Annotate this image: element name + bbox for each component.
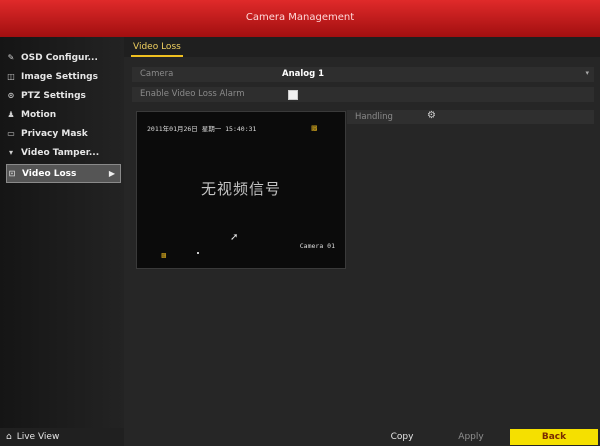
dropdown-arrow-icon[interactable]: ▾ <box>585 69 589 77</box>
sidebar-item-label: PTZ Settings <box>21 90 86 101</box>
live-view-label: Live View <box>16 432 60 442</box>
sidebar-item-video-loss[interactable]: ⊡ Video Loss ▶ <box>6 164 121 183</box>
sidebar-item-ptz-settings[interactable]: ⊙ PTZ Settings <box>6 87 119 104</box>
mask-icon: ▭ <box>7 129 15 138</box>
motion-icon: ♟ <box>7 110 15 119</box>
handling-label: Handling <box>355 112 393 122</box>
sidebar-item-label: Image Settings <box>21 71 98 82</box>
copy-button[interactable]: Copy <box>372 429 432 445</box>
tab-bar: Video Loss <box>124 37 600 57</box>
sidebar-item-label: OSD Configur... <box>21 52 98 63</box>
video-loss-icon: ⊡ <box>8 169 16 178</box>
osd-camera-name: Camera 01 <box>299 242 335 250</box>
mouse-cursor-icon: ➚ <box>230 232 239 243</box>
action-bar: Copy Apply Back <box>124 426 600 446</box>
main-content: Video Loss Camera Analog 1 ▾ Enable Vide… <box>124 37 600 446</box>
back-button[interactable]: Back <box>510 429 598 445</box>
image-icon: ◫ <box>7 72 15 81</box>
sidebar-item-osd-config[interactable]: ✎ OSD Configur... <box>6 49 119 66</box>
camera-select[interactable]: Analog 1 <box>282 69 324 79</box>
sidebar-item-image-settings[interactable]: ◫ Image Settings <box>6 68 119 85</box>
apply-button[interactable]: Apply <box>441 429 501 445</box>
live-view-button[interactable]: ⌂ Live View <box>0 428 124 446</box>
preview-marker-icon: ▩ <box>311 124 318 132</box>
gear-icon[interactable]: ⚙ <box>427 110 436 121</box>
sidebar-item-privacy-mask[interactable]: ▭ Privacy Mask <box>6 125 119 142</box>
sidebar: ✎ OSD Configur... ◫ Image Settings ⊙ PTZ… <box>0 37 124 446</box>
video-preview: 2011年01月26日 星期一 15:40:31 ▩ 无视频信号 ➚ ▩ Cam… <box>136 111 346 269</box>
osd-date-time: 2011年01月26日 星期一 15:40:31 <box>147 125 257 133</box>
sidebar-item-label: Privacy Mask <box>21 128 88 139</box>
camera-row: Camera Analog 1 ▾ <box>131 66 595 83</box>
tab-video-loss[interactable]: Video Loss <box>131 41 183 57</box>
pencil-icon: ✎ <box>7 53 15 62</box>
enable-alarm-label: Enable Video Loss Alarm <box>140 89 245 99</box>
sidebar-item-video-tamper[interactable]: ▾ Video Tamper... <box>6 144 119 161</box>
window-title: Camera Management <box>0 0 600 37</box>
sidebar-item-label: Video Tamper... <box>21 147 100 158</box>
chevron-right-icon: ▶ <box>108 169 115 178</box>
preview-dot <box>197 252 199 254</box>
home-icon: ⌂ <box>6 432 12 442</box>
enable-alarm-row: Enable Video Loss Alarm <box>131 86 595 103</box>
sidebar-item-label: Video Loss <box>22 168 77 179</box>
preview-marker-icon: ▩ <box>161 252 167 259</box>
handling-row: Handling ⚙ <box>347 110 594 124</box>
camera-label: Camera <box>140 69 174 79</box>
no-video-text: 无视频信号 <box>200 180 281 198</box>
sidebar-item-motion[interactable]: ♟ Motion <box>6 106 119 123</box>
enable-alarm-checkbox[interactable] <box>288 90 298 100</box>
sidebar-item-label: Motion <box>21 109 57 120</box>
tamper-icon: ▾ <box>8 148 13 157</box>
ptz-icon: ⊙ <box>7 91 15 100</box>
